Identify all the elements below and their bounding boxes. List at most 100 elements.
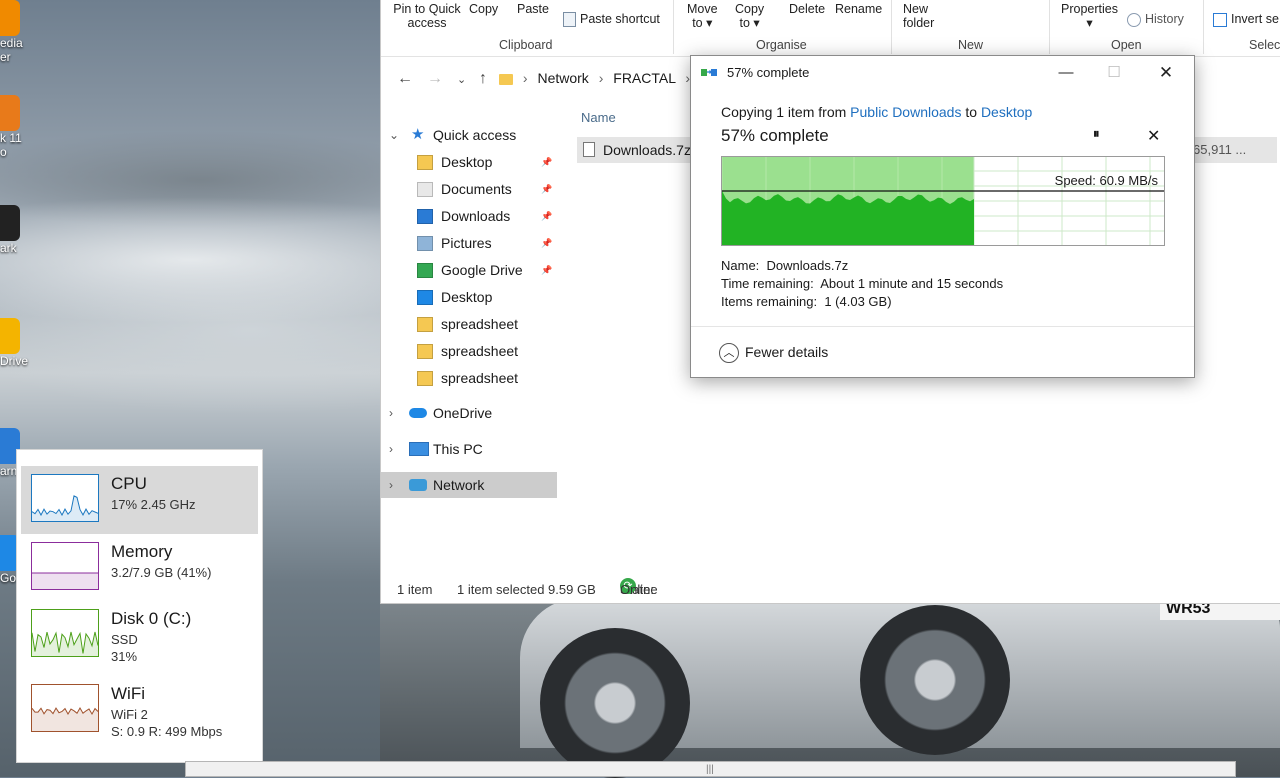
dialog-title: 57% complete (727, 65, 810, 80)
folder-icon (417, 263, 433, 278)
path-separator-icon: › (598, 70, 604, 86)
paste-button[interactable]: Paste (517, 2, 549, 16)
rename-button[interactable]: Rename (835, 2, 882, 16)
copy-progress-dialog: 57% complete — ☐ ✕ Copying 1 item from P… (690, 55, 1195, 378)
copying-to: to (961, 104, 981, 120)
pin-icon[interactable]: 📌 (541, 176, 552, 202)
paste-shortcut-button[interactable]: Paste shortcut (563, 12, 660, 28)
scrollbar-grip-icon: ||| (706, 764, 714, 775)
column-header-name[interactable]: Name (581, 110, 616, 125)
nav-item[interactable]: Pictures 📌 (381, 230, 557, 256)
nav-item-label: Downloads (441, 208, 511, 224)
pin-quick-access-button[interactable]: Pin to Quick access (389, 2, 465, 30)
nav-item[interactable]: Documents 📌 (381, 176, 557, 202)
nav-network-label: Network (433, 477, 485, 493)
new-folder-button[interactable]: New folder (903, 2, 934, 30)
source-link[interactable]: Public Downloads (850, 104, 961, 120)
copy-to-button[interactable]: Copy to ▾ (735, 2, 764, 30)
nav-item[interactable]: Downloads 📌 (381, 203, 557, 229)
file-name: Downloads.7z (603, 142, 691, 158)
wallpaper-wheel (860, 605, 1010, 755)
nav-this-pc[interactable]: › This PC (381, 436, 557, 462)
perf-mini-graph (31, 609, 99, 657)
nav-onedrive-label: OneDrive (433, 405, 493, 421)
perf-item[interactable]: Disk 0 (C:) SSD 31% (21, 601, 258, 669)
nav-onedrive[interactable]: › OneDrive (381, 400, 557, 426)
ribbon-divider (673, 0, 674, 54)
app-icon (0, 0, 20, 36)
group-clipboard: Clipboard (499, 38, 553, 52)
desktop-shortcut-label: ark (0, 241, 17, 255)
nav-item-label: Desktop (441, 154, 493, 170)
invert-selection-icon (1213, 12, 1227, 27)
chevron-down-icon: ⌄ (389, 128, 400, 142)
group-organise: Organise (756, 38, 807, 52)
nav-quick-access-label: Quick access (433, 127, 517, 143)
nav-network[interactable]: › Network (381, 472, 557, 498)
nav-item[interactable]: Google Drive 📌 (381, 257, 557, 283)
app-icon (0, 95, 20, 131)
nav-item[interactable]: Desktop 📌 (381, 149, 557, 175)
group-open: Open (1111, 38, 1142, 52)
back-arrow-icon[interactable]: ← (397, 70, 413, 88)
copy-button[interactable]: Copy (469, 2, 498, 16)
perf-item-detail: 31% (111, 649, 138, 664)
nav-item[interactable]: spreadsheet (381, 311, 557, 337)
status-item-count: 1 item (397, 582, 433, 597)
perf-mini-graph (31, 542, 99, 590)
pin-icon[interactable]: 📌 (541, 257, 552, 283)
up-arrow-icon[interactable]: ↑ (479, 70, 487, 88)
perf-item[interactable]: WiFi WiFi 2 S: 0.9 R: 499 Mbps (21, 676, 258, 744)
properties-button[interactable]: Properties ▾ (1061, 2, 1118, 30)
history-button[interactable]: History (1127, 12, 1184, 27)
speed-graph-svg (722, 157, 1164, 245)
history-label: History (1145, 12, 1184, 26)
desktop-shortcut[interactable]: ark (0, 205, 40, 255)
pause-button[interactable]: ⏸ (1093, 126, 1100, 142)
pin-icon[interactable]: 📌 (541, 203, 552, 229)
perf-item-detail: SSD (111, 632, 138, 647)
dialog-divider (691, 326, 1194, 327)
destination-link[interactable]: Desktop (981, 104, 1032, 120)
folder-icon (417, 182, 433, 197)
close-button[interactable]: ✕ (1143, 58, 1189, 88)
fewer-details-button[interactable]: ︿ Fewer details (719, 341, 828, 364)
chevron-right-icon: › (389, 478, 393, 492)
chevron-right-icon: › (389, 406, 393, 420)
nav-item[interactable]: Desktop (381, 284, 557, 310)
pin-icon[interactable]: 📌 (541, 230, 552, 256)
copying-summary: Copying 1 item from Public Downloads to … (721, 104, 1032, 120)
move-to-button[interactable]: Move to ▾ (687, 2, 718, 30)
detail-items-label: Items remaining: (721, 294, 818, 309)
nav-item[interactable]: spreadsheet (381, 338, 557, 364)
paste-shortcut-label: Paste shortcut (580, 12, 660, 26)
invert-selection-button[interactable]: Invert se (1213, 12, 1279, 27)
minimize-button[interactable]: — (1043, 58, 1089, 88)
nav-item[interactable]: spreadsheet (381, 365, 557, 391)
desktop-shortcut[interactable]: k 11 o (0, 95, 40, 159)
address-path[interactable]: › Network › FRACTAL › (499, 65, 699, 91)
desktop-shortcut[interactable]: Drive (0, 318, 40, 368)
perf-item[interactable]: Memory 3.2/7.9 GB (41%) (21, 534, 258, 602)
star-icon: ★ (411, 126, 425, 143)
pin-icon[interactable]: 📌 (541, 149, 552, 175)
horizontal-scrollbar[interactable]: ||| (185, 761, 1236, 777)
chevron-up-icon: ︿ (719, 343, 739, 364)
ribbon-divider (1203, 0, 1204, 54)
desktop-shortcut[interactable]: edia er (0, 0, 40, 64)
perf-item-title: Memory (111, 542, 173, 561)
perf-item[interactable]: CPU 17% 2.45 GHz (21, 466, 258, 534)
folder-icon (417, 290, 433, 305)
cancel-copy-button[interactable]: ✕ (1147, 126, 1160, 146)
delete-button[interactable]: Delete (789, 2, 825, 16)
detail-name: Name: Downloads.7z (721, 257, 1003, 275)
breadcrumb-fractal[interactable]: FRACTAL (613, 70, 675, 86)
nav-quick-access[interactable]: ⌄ ★ Quick access (381, 122, 557, 148)
breadcrumb-network[interactable]: Network (537, 70, 588, 86)
desktop-shortcut-label: k 11 o (0, 131, 22, 159)
maximize-button[interactable]: ☐ (1091, 58, 1137, 88)
forward-arrow-icon[interactable]: → (427, 70, 443, 88)
transfer-speed-graph: Speed: 60.9 MB/s (721, 156, 1165, 246)
nav-item-label: Pictures (441, 235, 492, 251)
recent-locations-chevron-icon[interactable]: ⌄ (457, 73, 466, 86)
